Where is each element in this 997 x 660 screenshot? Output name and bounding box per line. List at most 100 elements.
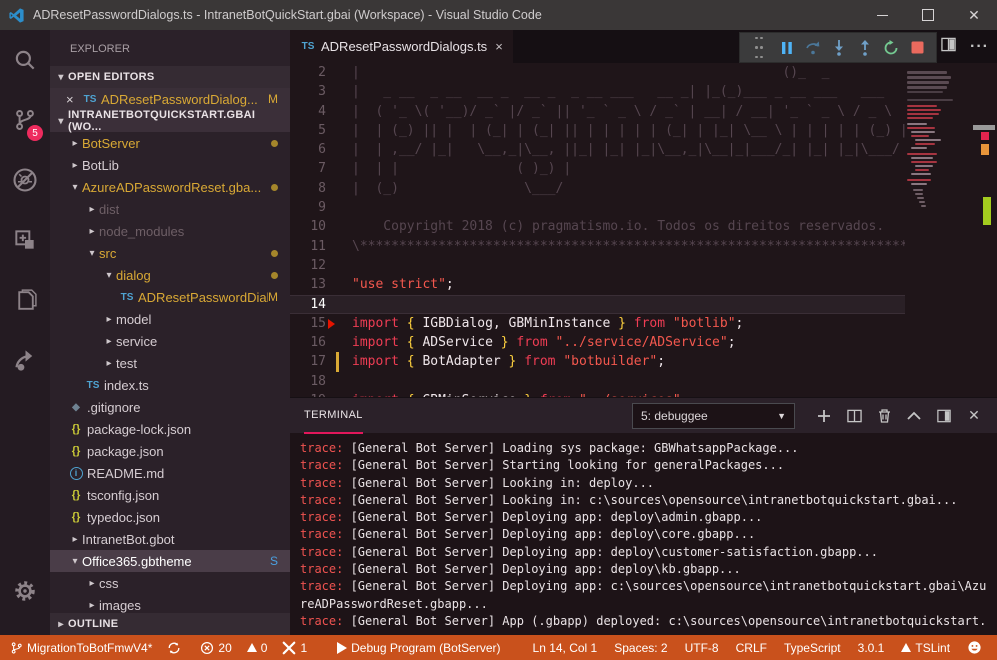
settings-gear-icon[interactable] (0, 561, 50, 621)
stop-button[interactable] (904, 35, 930, 61)
tree-item-botlib[interactable]: ▸BotLib (50, 154, 290, 176)
debug-target-item[interactable]: Debug Program (BotServer) (336, 641, 500, 655)
tree-item-tsconfig-json[interactable]: {}tsconfig.json (50, 484, 290, 506)
tree-item-images[interactable]: ▸images (50, 594, 290, 613)
terminal-output[interactable]: trace: [General Bot Server] Loading sys … (290, 433, 997, 635)
typescript-icon: TS (82, 94, 98, 105)
code-line-9[interactable]: 9 (290, 198, 961, 217)
code-line-7[interactable]: 7| | | ( )_) | (290, 159, 961, 178)
code-line-6[interactable]: 6| | ,__/ |_| \__,_|\__, ||_| |_| |_|\__… (290, 140, 961, 159)
version-item[interactable]: 3.0.1 (858, 641, 885, 655)
language-item[interactable]: TypeScript (784, 641, 841, 655)
close-panel-icon[interactable]: ✕ (959, 403, 989, 429)
extensions-icon[interactable] (0, 210, 50, 270)
code-line-15[interactable]: 15import { IGBDialog, GBMinInstance } fr… (290, 314, 961, 333)
terminal-tab[interactable]: TERMINAL (304, 397, 363, 434)
tree-item-label: package-lock.json (87, 422, 191, 437)
warnings-item[interactable]: 0 (247, 641, 268, 655)
chevron-right-icon: ▸ (102, 358, 116, 369)
json-icon: {} (68, 423, 84, 435)
terminal-select[interactable]: 5: debuggee ▼ (632, 403, 795, 429)
errors-item[interactable]: 20 (200, 641, 231, 655)
drag-grip-icon[interactable] (746, 35, 772, 61)
split-terminal-icon[interactable] (839, 403, 869, 429)
status-badge: S (270, 554, 278, 568)
feedback-smiley-item[interactable] (967, 640, 986, 655)
code-line-2[interactable]: 2| ()_ _ (290, 63, 961, 82)
tree-item-test[interactable]: ▸test (50, 352, 290, 374)
overview-ruler[interactable] (961, 63, 997, 397)
close-icon[interactable]: × (495, 39, 503, 54)
tree-item-readme-md[interactable]: iREADME.md (50, 462, 290, 484)
terminal-line: trace: [General Bot Server] Deploying ap… (300, 526, 993, 543)
maximize-button[interactable] (905, 0, 951, 30)
tree-item-css[interactable]: ▸css (50, 572, 290, 594)
eol-item[interactable]: CRLF (736, 641, 767, 655)
tree-item-adresetpassworddial[interactable]: TSADResetPasswordDial...M (50, 286, 290, 308)
cursor-position-item[interactable]: Ln 14, Col 1 (533, 641, 598, 655)
code-line-12[interactable]: 12 (290, 256, 961, 275)
step-out-button[interactable] (852, 35, 878, 61)
code-line-14[interactable]: 14 (290, 295, 961, 314)
tree-item-index-ts[interactable]: TSindex.ts (50, 374, 290, 396)
outline-header[interactable]: ▸ OUTLINE (50, 613, 290, 635)
minimize-button[interactable] (859, 0, 905, 30)
code-line-19[interactable]: 19import { GBMinService } from "../servi… (290, 391, 961, 397)
files-icon[interactable] (0, 270, 50, 330)
debug-icon[interactable] (0, 150, 50, 210)
tree-item-office365-gbtheme[interactable]: ▾Office365.gbthemeS (50, 550, 290, 572)
code-line-16[interactable]: 16import { ADService } from "../service/… (290, 333, 961, 352)
open-editors-header[interactable]: ▾ OPEN EDITORS (50, 66, 290, 88)
maximize-panel-icon[interactable] (899, 403, 929, 429)
code-line-11[interactable]: 11\*************************************… (290, 237, 961, 256)
share-icon[interactable] (0, 330, 50, 390)
restart-button[interactable] (878, 35, 904, 61)
toggle-panel-icon[interactable] (929, 403, 959, 429)
workspace-header[interactable]: ▾ INTRANETBOTQUICKSTART.GBAI (WO... (50, 110, 290, 132)
tools-item[interactable]: 1 (282, 641, 307, 655)
split-editor-icon[interactable] (941, 37, 956, 57)
tree-item-label: typedoc.json (87, 510, 160, 525)
code-line-17[interactable]: 17import { BotAdapter } from "botbuilder… (290, 352, 961, 371)
close-button[interactable]: ✕ (951, 0, 997, 30)
tree-item-package-lock-json[interactable]: {}package-lock.json (50, 418, 290, 440)
git-branch-item[interactable]: MigrationToBotFmwV4* (10, 641, 152, 655)
search-icon[interactable] (0, 30, 50, 90)
code-line-8[interactable]: 8| (_) \___/ (290, 179, 961, 198)
kill-terminal-icon[interactable] (869, 403, 899, 429)
code-line-13[interactable]: 13"use strict"; (290, 275, 961, 294)
code-editor[interactable]: 2| ()_ _3| _ __ _ __ __ _ __ _ _ __ ___ … (290, 63, 997, 397)
minimap[interactable] (905, 63, 961, 397)
tree-item-azureadpasswordreset-gba[interactable]: ▾AzureADPasswordReset.gba... (50, 176, 290, 198)
tree-item-dist[interactable]: ▸dist (50, 198, 290, 220)
tree-item-node-modules[interactable]: ▸node_modules (50, 220, 290, 242)
code-line-18[interactable]: 18 (290, 372, 961, 391)
chevron-right-icon: ▸ (54, 619, 68, 630)
tree-item-typedoc-json[interactable]: {}typedoc.json (50, 506, 290, 528)
step-into-button[interactable] (826, 35, 852, 61)
tree-item-intranetbot-gbot[interactable]: ▸IntranetBot.gbot (50, 528, 290, 550)
open-editor-item[interactable]: × TS ADResetPasswordDialog... M (50, 88, 290, 110)
pause-button[interactable] (774, 35, 800, 61)
step-over-button[interactable] (800, 35, 826, 61)
tree-item-service[interactable]: ▸service (50, 330, 290, 352)
tree-item-dialog[interactable]: ▾dialog (50, 264, 290, 286)
more-actions-icon[interactable]: ··· (970, 38, 989, 56)
source-control-icon[interactable]: 5 (0, 90, 50, 150)
indentation-item[interactable]: Spaces: 2 (614, 641, 667, 655)
new-terminal-icon[interactable] (809, 403, 839, 429)
tab-adresetpassworddialogs[interactable]: TS ADResetPasswordDialogs.ts × (290, 30, 513, 63)
close-icon[interactable]: × (66, 92, 82, 107)
code-line-3[interactable]: 3| _ __ _ __ __ _ __ _ _ __ ___ __ _| |_… (290, 82, 961, 101)
tree-item-src[interactable]: ▾src (50, 242, 290, 264)
tree-item-gitignore[interactable]: ◆.gitignore (50, 396, 290, 418)
sync-item[interactable] (167, 641, 185, 655)
code-line-5[interactable]: 5| | (_) || | | (_| | (_| || | | | | | (… (290, 121, 961, 140)
code-line-10[interactable]: 10 Copyright 2018 (c) pragmatismo.io. To… (290, 217, 961, 236)
encoding-item[interactable]: UTF-8 (685, 641, 719, 655)
tslint-item[interactable]: TSLint (901, 641, 950, 655)
tree-item-package-json[interactable]: {}package.json (50, 440, 290, 462)
tree-item-botserver[interactable]: ▸BotServer (50, 132, 290, 154)
tree-item-model[interactable]: ▸model (50, 308, 290, 330)
code-line-4[interactable]: 4| ( '_ \( '__)/ _` |/ _` || '_ ` _ \ / … (290, 102, 961, 121)
